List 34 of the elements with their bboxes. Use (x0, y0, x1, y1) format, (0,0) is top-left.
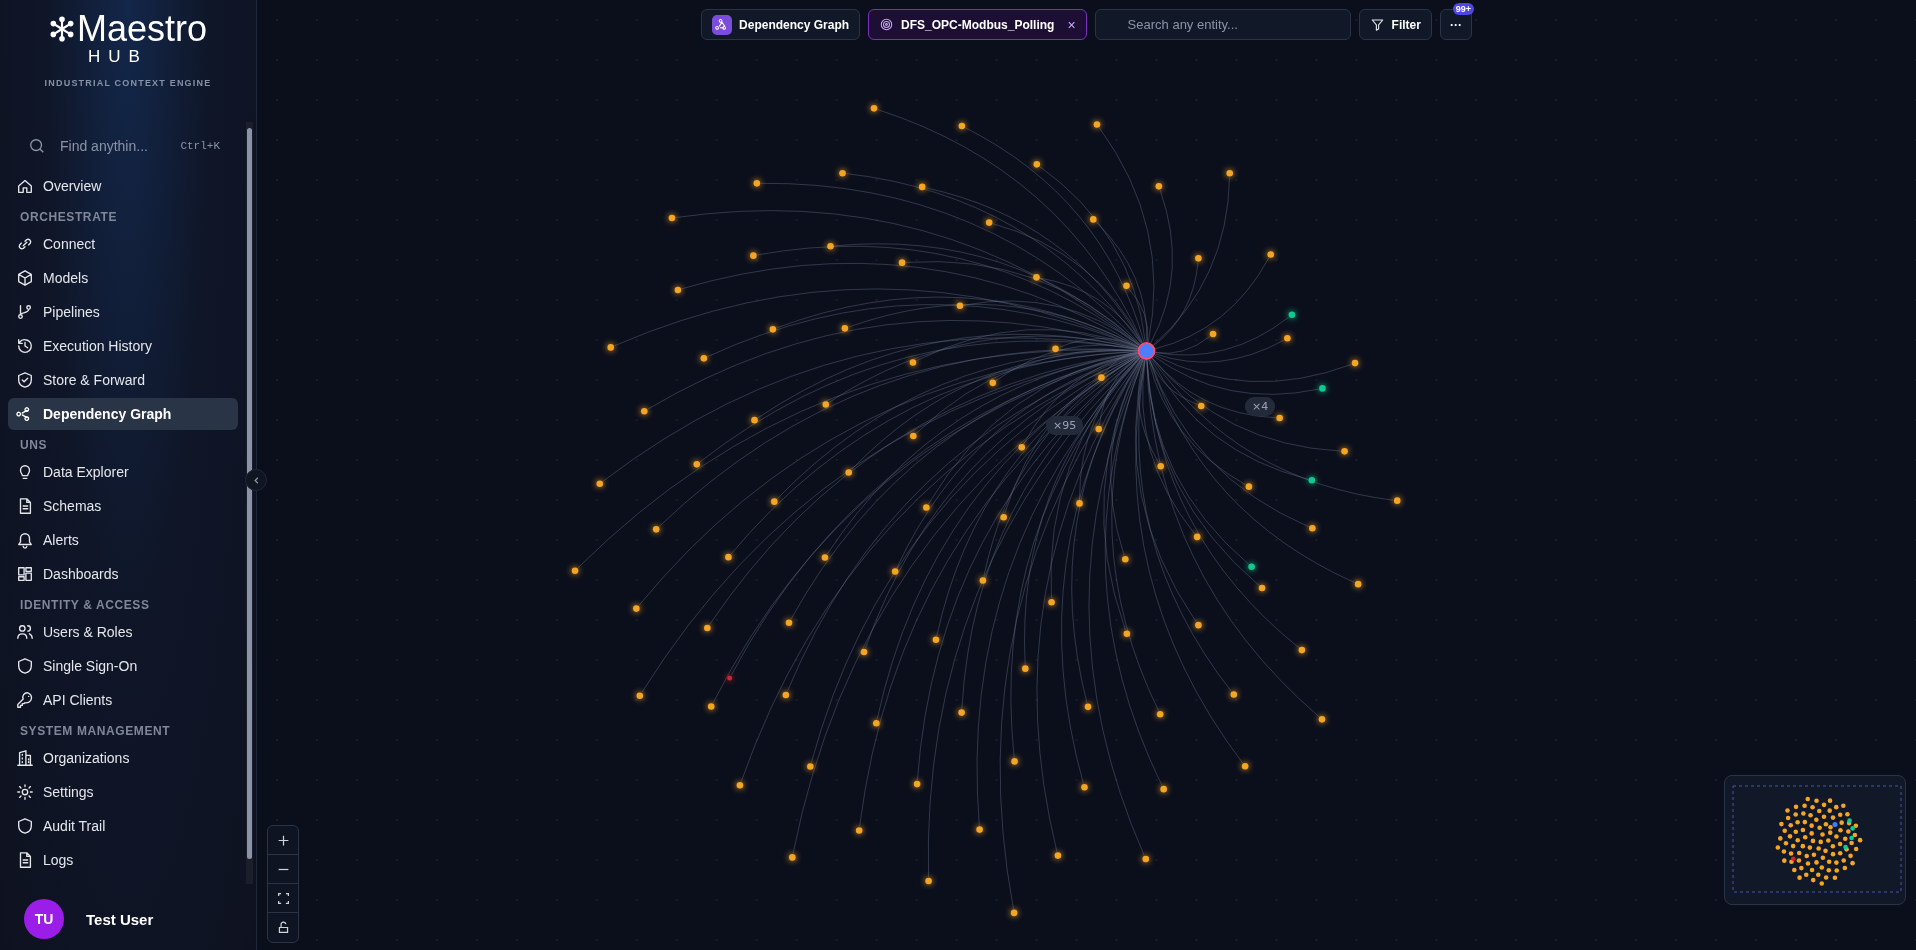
focus-chip[interactable]: DFS_OPC-Modbus_Polling × (868, 9, 1087, 40)
nav-item[interactable]: Organizations (8, 742, 238, 774)
logo-subtitle: HUB (88, 48, 148, 66)
shortcut-hint: Ctrl+K (180, 140, 220, 152)
nav-item[interactable]: Single Sign-On (8, 650, 238, 682)
nav-item[interactable]: Alerts (8, 524, 238, 556)
nav-item[interactable]: Store & Forward (8, 364, 238, 396)
section-heading: UNS (19, 437, 49, 454)
user-avatar[interactable]: TU (24, 899, 64, 939)
nav-item[interactable]: Models (8, 262, 238, 294)
nav-item[interactable]: Logs (8, 844, 238, 876)
section-heading: IDENTITY & ACCESS (19, 597, 151, 614)
nav-item[interactable]: Users & Roles (8, 616, 238, 648)
nav-item[interactable]: Audit Trail (8, 810, 238, 842)
nav-item[interactable]: API Clients (8, 684, 238, 716)
nav-item[interactable]: Schemas (8, 490, 238, 522)
section-heading: SYSTEM MANAGEMENT (19, 723, 172, 740)
nav-item[interactable]: Dependency Graph (8, 398, 238, 430)
tagline: INDUSTRIAL CONTEXT ENGINE (44, 78, 212, 88)
close-button[interactable]: × (1067, 16, 1076, 33)
nav-item[interactable]: Dashboards (8, 558, 238, 590)
view-tab[interactable]: Dependency Graph (701, 9, 861, 40)
section-heading: ORCHESTRATE (19, 209, 119, 226)
nav-item[interactable]: Execution History (8, 330, 238, 362)
nav-item[interactable]: Settings (8, 776, 238, 808)
nav-item[interactable]: Overview (8, 170, 238, 202)
nav-item[interactable]: Data Explorer (8, 456, 238, 488)
filter-button[interactable]: Filter (1358, 9, 1432, 40)
user-name: Test User (86, 910, 154, 928)
nav-item[interactable]: Connect (8, 228, 238, 260)
logo-name: Maestro (76, 10, 207, 48)
search-field[interactable]: Search any entity... (1094, 9, 1351, 40)
search-field[interactable]: Find anythin... (58, 137, 169, 155)
nav-item[interactable]: Pipelines (8, 296, 238, 328)
